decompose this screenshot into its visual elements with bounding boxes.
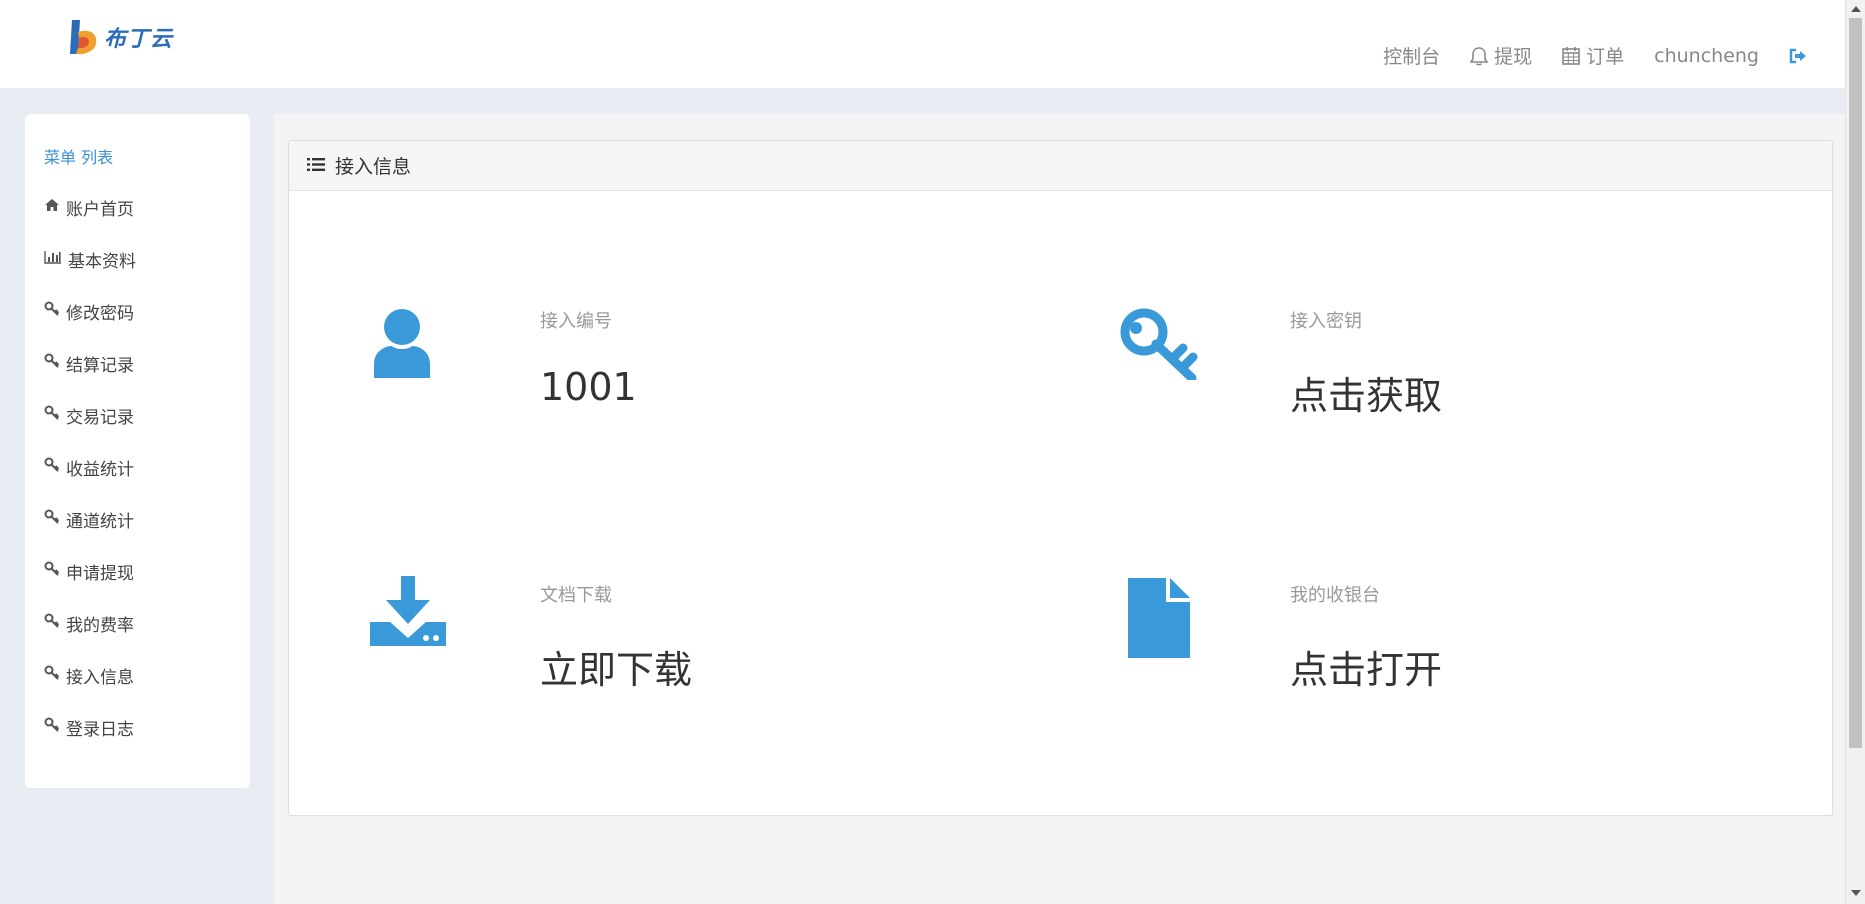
key-icon <box>44 301 60 322</box>
sidebar-item-label: 基本资料 <box>68 251 136 272</box>
key-icon <box>1120 308 1200 384</box>
sidebar-title: 菜单 列表 <box>44 148 114 167</box>
merchant-id-label: 接入编号 <box>540 311 612 332</box>
cashier-label: 我的收银台 <box>1290 585 1380 606</box>
key-icon <box>44 613 60 634</box>
bell-icon <box>1470 46 1489 66</box>
sidebar-item-label: 我的费率 <box>66 615 134 636</box>
scroll-down-arrow-icon[interactable] <box>1851 890 1861 896</box>
sidebar-item-label: 接入信息 <box>66 667 134 688</box>
key-icon <box>44 561 60 582</box>
sidebar-item-revenue-stats[interactable]: 收益统计 <box>25 456 250 480</box>
docs-download-label: 文档下载 <box>540 585 612 606</box>
panel-header: 接入信息 <box>289 141 1832 191</box>
sidebar-item-label: 结算记录 <box>66 355 134 376</box>
key-icon <box>44 509 60 530</box>
cashier-open-button[interactable]: 点击打开 <box>1290 639 1442 694</box>
sidebar-item-label: 账户首页 <box>66 199 134 220</box>
sidebar-item-access-info[interactable]: 接入信息 <box>25 664 250 688</box>
key-icon <box>44 405 60 426</box>
secret-key-value-button[interactable]: 点击获取 <box>1290 365 1442 420</box>
sidebar-item-label: 申请提现 <box>66 563 134 584</box>
sidebar-item-transaction-records[interactable]: 交易记录 <box>25 404 250 428</box>
sidebar-item-change-password[interactable]: 修改密码 <box>25 300 250 324</box>
key-icon <box>44 353 60 374</box>
access-info-panel: 接入信息 接入编号 1001 接入密钥 点击获取 文档下载 立即下载 我的收银台… <box>288 140 1833 816</box>
sidebar-item-label: 修改密码 <box>66 303 134 324</box>
nav-console-label: 控制台 <box>1383 46 1441 68</box>
logo[interactable]: 布丁云 <box>68 18 173 56</box>
logout-button[interactable] <box>1789 48 1807 64</box>
docs-download-button[interactable]: 立即下载 <box>540 639 692 694</box>
scrollbar-thumb[interactable] <box>1849 18 1862 748</box>
key-icon <box>44 717 60 738</box>
secret-key-label: 接入密钥 <box>1290 311 1362 332</box>
list-icon <box>307 155 325 177</box>
username-label: chuncheng <box>1654 44 1759 67</box>
nav-console-link[interactable]: 控制台 <box>1383 42 1440 69</box>
calendar-icon <box>1562 46 1580 65</box>
top-nav: 控制台 提现 订单 chuncheng <box>1383 42 1807 69</box>
panel-title: 接入信息 <box>335 156 412 178</box>
logo-text: 布丁云 <box>104 26 174 52</box>
user-icon <box>370 308 434 382</box>
merchant-id-value: 1001 <box>540 365 637 409</box>
home-icon <box>44 197 60 217</box>
nav-orders-label: 订单 <box>1586 46 1625 68</box>
main-content: 接入信息 接入编号 1001 接入密钥 点击获取 文档下载 立即下载 我的收银台… <box>274 114 1845 904</box>
bar-chart-icon <box>44 249 62 269</box>
nav-orders-link[interactable]: 订单 <box>1562 42 1624 69</box>
logo-mark-icon <box>68 18 100 56</box>
sidebar-item-label: 登录日志 <box>66 719 134 740</box>
top-header: 布丁云 控制台 提现 订单 chuncheng <box>0 0 1845 88</box>
sidebar-item-login-log[interactable]: 登录日志 <box>25 716 250 740</box>
nav-withdraw-label: 提现 <box>1494 46 1533 68</box>
sidebar: 菜单 列表 账户首页 基本资料 修改密码 结算记录 交易记录 收益统计 通道统计… <box>25 114 250 788</box>
nav-withdraw-link[interactable]: 提现 <box>1470 42 1532 69</box>
file-icon <box>1128 578 1190 662</box>
scroll-up-arrow-icon[interactable] <box>1851 6 1861 12</box>
sidebar-item-channel-stats[interactable]: 通道统计 <box>25 508 250 532</box>
sidebar-item-settlement-records[interactable]: 结算记录 <box>25 352 250 376</box>
sidebar-item-my-rates[interactable]: 我的费率 <box>25 612 250 636</box>
key-icon <box>44 665 60 686</box>
download-icon <box>370 576 446 650</box>
sidebar-item-label: 收益统计 <box>66 459 134 480</box>
logout-icon <box>1789 48 1807 64</box>
sidebar-item-basic-info[interactable]: 基本资料 <box>25 248 250 272</box>
sidebar-item-label: 交易记录 <box>66 407 134 428</box>
sidebar-item-label: 通道统计 <box>66 511 134 532</box>
user-menu[interactable]: chuncheng <box>1654 45 1759 67</box>
page-scrollbar[interactable] <box>1845 0 1865 904</box>
sidebar-item-apply-withdraw[interactable]: 申请提现 <box>25 560 250 584</box>
sidebar-item-account-home[interactable]: 账户首页 <box>25 196 250 220</box>
key-icon <box>44 457 60 478</box>
